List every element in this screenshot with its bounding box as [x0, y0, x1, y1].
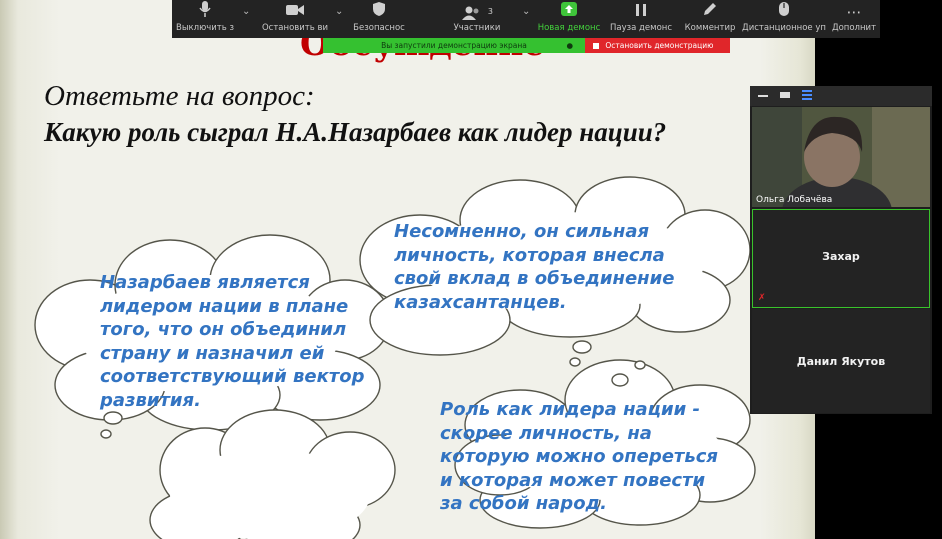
- video-camera-icon: [260, 0, 330, 22]
- microphone-icon: [172, 0, 238, 22]
- pause-icon: [606, 0, 676, 22]
- annotate-button[interactable]: Комментир: [678, 0, 742, 38]
- minimize-icon[interactable]: [758, 92, 768, 98]
- shield-icon: [348, 0, 410, 22]
- mouse-icon: [742, 0, 826, 22]
- participants-count: 3: [487, 7, 493, 16]
- pencil-icon: [678, 0, 742, 22]
- participants-button[interactable]: 3 Участники: [442, 0, 512, 38]
- video-options-chevron-icon[interactable]: ⌄: [335, 6, 343, 17]
- participant-tile-zahar[interactable]: Захар ✗: [752, 209, 930, 308]
- answer-text-left: Назарбаев является лидером нации в плане…: [100, 272, 365, 411]
- mute-button[interactable]: Выключить з: [172, 0, 238, 38]
- remote-control-label: Дистанционное уп: [742, 23, 826, 33]
- stop-share-label: Остановить демонстрацию: [605, 41, 714, 50]
- participants-panel: Ольга Лобачёва Захар ✗ Данил Якутов: [750, 86, 932, 414]
- participants-options-chevron-icon[interactable]: ⌄: [522, 6, 530, 17]
- pause-share-label: Пауза демонс: [609, 23, 672, 33]
- share-status-text: Вы запустили демонстрацию экрана: [381, 41, 527, 50]
- new-share-button[interactable]: Новая демонс: [536, 0, 602, 38]
- security-label: Безопаснос: [353, 23, 405, 33]
- remote-control-button[interactable]: Дистанционное уп: [742, 0, 826, 38]
- presentation-slide: Обсуждение Ответьте на вопрос: Какую рол…: [0, 0, 815, 539]
- participant-video-olga[interactable]: Ольга Лобачёва: [752, 107, 930, 207]
- more-button[interactable]: ⋯ Дополнит: [828, 0, 880, 38]
- share-status: Вы запустили демонстрацию экрана ●: [323, 38, 585, 53]
- shield-check-icon: ●: [566, 41, 573, 50]
- participants-icon: 3: [442, 0, 512, 22]
- more-label: Дополнит: [831, 23, 877, 33]
- annotate-label: Комментир: [684, 23, 736, 33]
- answer-text-top: Несомненно, он сильная личность, которая…: [394, 221, 675, 313]
- muted-mic-icon: ✗: [758, 293, 766, 303]
- more-dots-icon: ⋯: [846, 3, 862, 21]
- participants-label: Участники: [453, 23, 501, 33]
- stop-square-icon: [593, 43, 599, 49]
- participant-name: Данил Якутов: [796, 355, 886, 368]
- video-feed: [752, 107, 930, 207]
- security-button[interactable]: Безопаснос: [348, 0, 410, 38]
- question-text: Какую роль сыграл Н.А.Назарбаев как лиде…: [44, 117, 667, 147]
- panel-header: [750, 86, 932, 106]
- thought-cloud-bottom-left: [149, 409, 396, 539]
- stop-share-button[interactable]: Остановить демонстрацию: [585, 38, 730, 53]
- single-view-icon[interactable]: [780, 92, 790, 98]
- screen-share-bar: Вы запустили демонстрацию экрана ● Остан…: [323, 38, 730, 53]
- gallery-view-icon[interactable]: [802, 90, 812, 100]
- question-lead: Ответьте на вопрос:: [44, 80, 315, 112]
- answer-text-bottom: Роль как лидера нации - скорее личность,…: [440, 399, 718, 514]
- mute-options-chevron-icon[interactable]: ⌄: [242, 6, 250, 17]
- new-share-label: Новая демонс: [537, 23, 601, 33]
- mute-label: Выключить з: [176, 23, 234, 33]
- share-screen-icon: [536, 0, 602, 22]
- participant-name: Ольга Лобачёва: [756, 195, 833, 205]
- participant-name: Захар: [822, 250, 860, 263]
- stop-video-label: Остановить ви: [261, 23, 328, 33]
- pause-share-button[interactable]: Пауза демонс: [606, 0, 676, 38]
- stop-video-button[interactable]: Остановить ви: [260, 0, 330, 38]
- meeting-toolbar: Выключить з ⌄ Остановить ви ⌄ Безопаснос…: [172, 0, 880, 38]
- participant-tile-daniil[interactable]: Данил Якутов: [752, 309, 930, 413]
